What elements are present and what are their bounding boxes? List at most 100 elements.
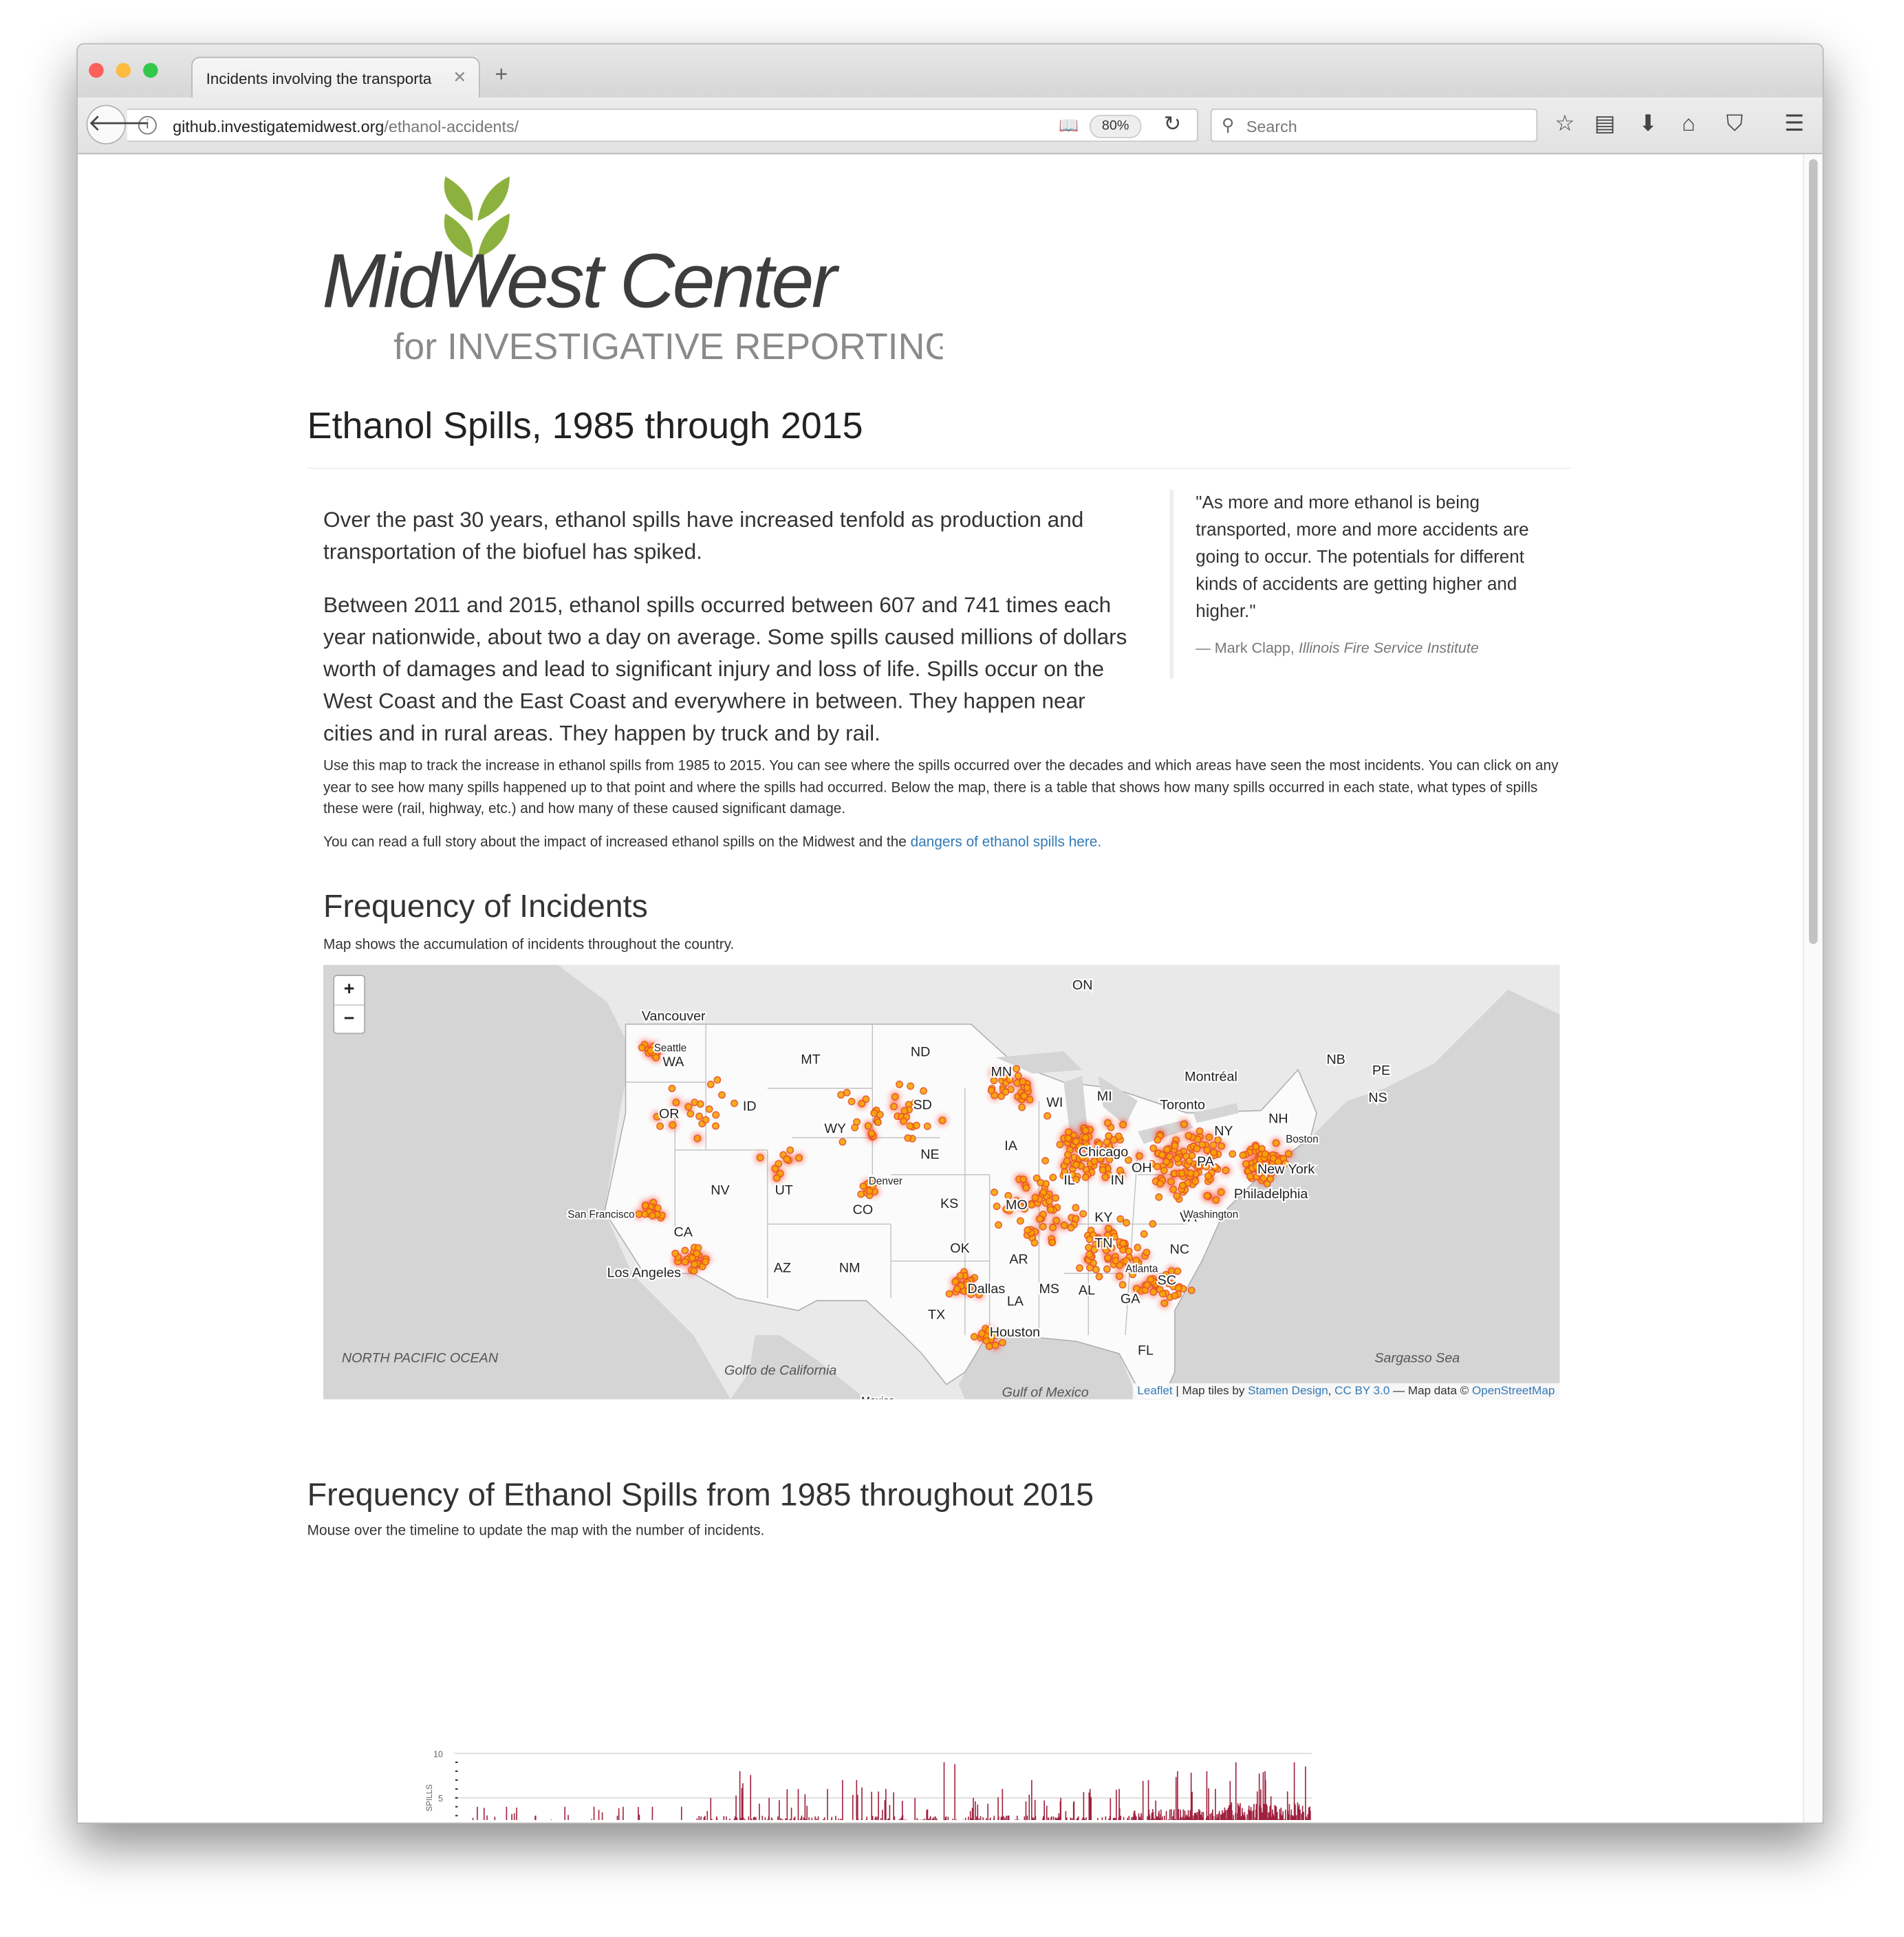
incident-marker[interactable] [890,1103,898,1111]
incident-marker[interactable] [672,1099,680,1107]
incident-marker[interactable] [1229,1150,1237,1158]
incident-marker[interactable] [995,1221,1003,1229]
incident-marker[interactable] [1125,1247,1133,1255]
incident-marker[interactable] [1261,1150,1269,1158]
osm-link[interactable]: OpenStreetMap [1472,1385,1555,1398]
incident-marker[interactable] [1063,1157,1071,1165]
incident-marker[interactable] [1112,1257,1120,1265]
incident-marker[interactable] [870,1109,878,1117]
incident-marker[interactable] [668,1084,676,1092]
incident-marker[interactable] [993,1202,1001,1211]
incident-marker[interactable] [1103,1254,1112,1262]
incident-marker[interactable] [786,1146,794,1154]
incident-marker[interactable] [923,1122,931,1130]
maximize-window-button[interactable] [143,63,158,78]
minimize-window-button[interactable] [116,63,131,78]
incident-marker[interactable] [1155,1193,1163,1201]
incident-marker[interactable] [686,1110,695,1118]
incident-marker[interactable] [1023,1083,1031,1092]
incident-marker[interactable] [1196,1127,1204,1135]
incident-marker[interactable] [1085,1251,1094,1259]
incident-marker[interactable] [853,1118,861,1126]
incident-marker[interactable] [1154,1136,1162,1144]
incident-marker[interactable] [938,1116,946,1125]
incident-marker[interactable] [1140,1230,1148,1238]
incident-marker[interactable] [641,1210,649,1218]
incident-marker[interactable] [1056,1140,1064,1149]
incident-marker[interactable] [1081,1173,1090,1181]
incident-marker[interactable] [1039,1188,1048,1196]
incident-marker[interactable] [1123,1219,1130,1227]
incident-marker[interactable] [1149,1144,1158,1152]
incident-marker[interactable] [904,1134,912,1142]
close-tab-icon[interactable]: ✕ [453,68,467,88]
incident-marker[interactable] [1116,1215,1125,1223]
incident-marker[interactable] [1014,1072,1022,1080]
incident-marker[interactable] [987,1086,995,1094]
incident-marker[interactable] [900,1107,909,1115]
incident-marker[interactable] [1024,1226,1032,1234]
url-bar[interactable]: i github.investigatemidwest.org/ethanol-… [127,108,1198,142]
incident-marker[interactable] [713,1076,722,1084]
incident-marker[interactable] [1105,1132,1113,1140]
incident-marker[interactable] [1203,1191,1211,1200]
menu-icon[interactable]: ☰ [1784,111,1804,137]
incident-marker[interactable] [1134,1244,1142,1252]
incident-marker[interactable] [1036,1215,1044,1223]
incident-marker[interactable] [1105,1224,1112,1233]
incident-marker[interactable] [718,1091,726,1099]
incident-marker[interactable] [1173,1192,1181,1200]
incident-marker[interactable] [864,1122,872,1130]
incident-marker[interactable] [669,1121,677,1129]
incident-marker[interactable] [991,1341,999,1350]
incident-marker[interactable] [1239,1151,1247,1159]
incident-marker[interactable] [1064,1128,1072,1136]
incident-marker[interactable] [1284,1149,1292,1158]
incident-marker[interactable] [991,1188,999,1196]
incident-marker[interactable] [1209,1141,1218,1149]
incident-marker[interactable] [695,1112,704,1121]
incident-marker[interactable] [1158,1290,1167,1298]
new-tab-icon[interactable]: + [495,62,508,88]
scrollbar[interactable] [1802,154,1823,1823]
incident-marker[interactable] [1072,1137,1080,1145]
incident-marker[interactable] [1092,1266,1100,1274]
incident-marker[interactable] [1187,1169,1195,1178]
incident-marker[interactable] [1222,1167,1230,1174]
incident-marker[interactable] [1086,1264,1094,1272]
back-button[interactable]: 🡐 [86,105,151,144]
incident-marker[interactable] [867,1129,876,1138]
incident-marker[interactable] [1095,1273,1103,1281]
spill-bars[interactable] [463,1762,1312,1821]
incident-marker[interactable] [1085,1235,1094,1244]
incident-marker[interactable] [896,1080,903,1088]
incident-marker[interactable] [696,1100,704,1108]
zoom-out-button[interactable]: − [334,1006,364,1034]
incident-marker[interactable] [1184,1132,1193,1140]
incident-marker[interactable] [1242,1160,1250,1168]
incident-map[interactable]: Vancouver Seattle WA OR ID MT ND SD WY NE NV UT CO De… [323,964,1560,1400]
incident-marker[interactable] [705,1105,713,1113]
incident-marker[interactable] [681,1246,689,1255]
bookmark-star-icon[interactable]: ☆ [1555,111,1575,137]
incident-marker[interactable] [1043,1112,1052,1120]
incident-marker[interactable] [1167,1178,1175,1186]
incident-marker[interactable] [1037,1178,1045,1187]
incident-marker[interactable] [641,1201,649,1209]
incident-marker[interactable] [1103,1265,1111,1273]
incident-marker[interactable] [1173,1154,1181,1162]
incident-marker[interactable] [712,1111,720,1119]
incident-marker[interactable] [1191,1177,1200,1185]
incident-marker[interactable] [693,1134,702,1143]
incident-marker[interactable] [638,1043,646,1052]
incident-marker[interactable] [688,1254,696,1262]
incident-marker[interactable] [920,1087,928,1095]
incident-marker[interactable] [671,1249,680,1257]
reload-icon[interactable]: ↻ [1164,112,1182,137]
incident-marker[interactable] [1178,1181,1187,1189]
incident-marker[interactable] [1158,1151,1166,1159]
incident-marker[interactable] [907,1082,915,1090]
incident-marker[interactable] [900,1117,908,1125]
incident-marker[interactable] [982,1337,991,1345]
incident-marker[interactable] [945,1290,953,1298]
